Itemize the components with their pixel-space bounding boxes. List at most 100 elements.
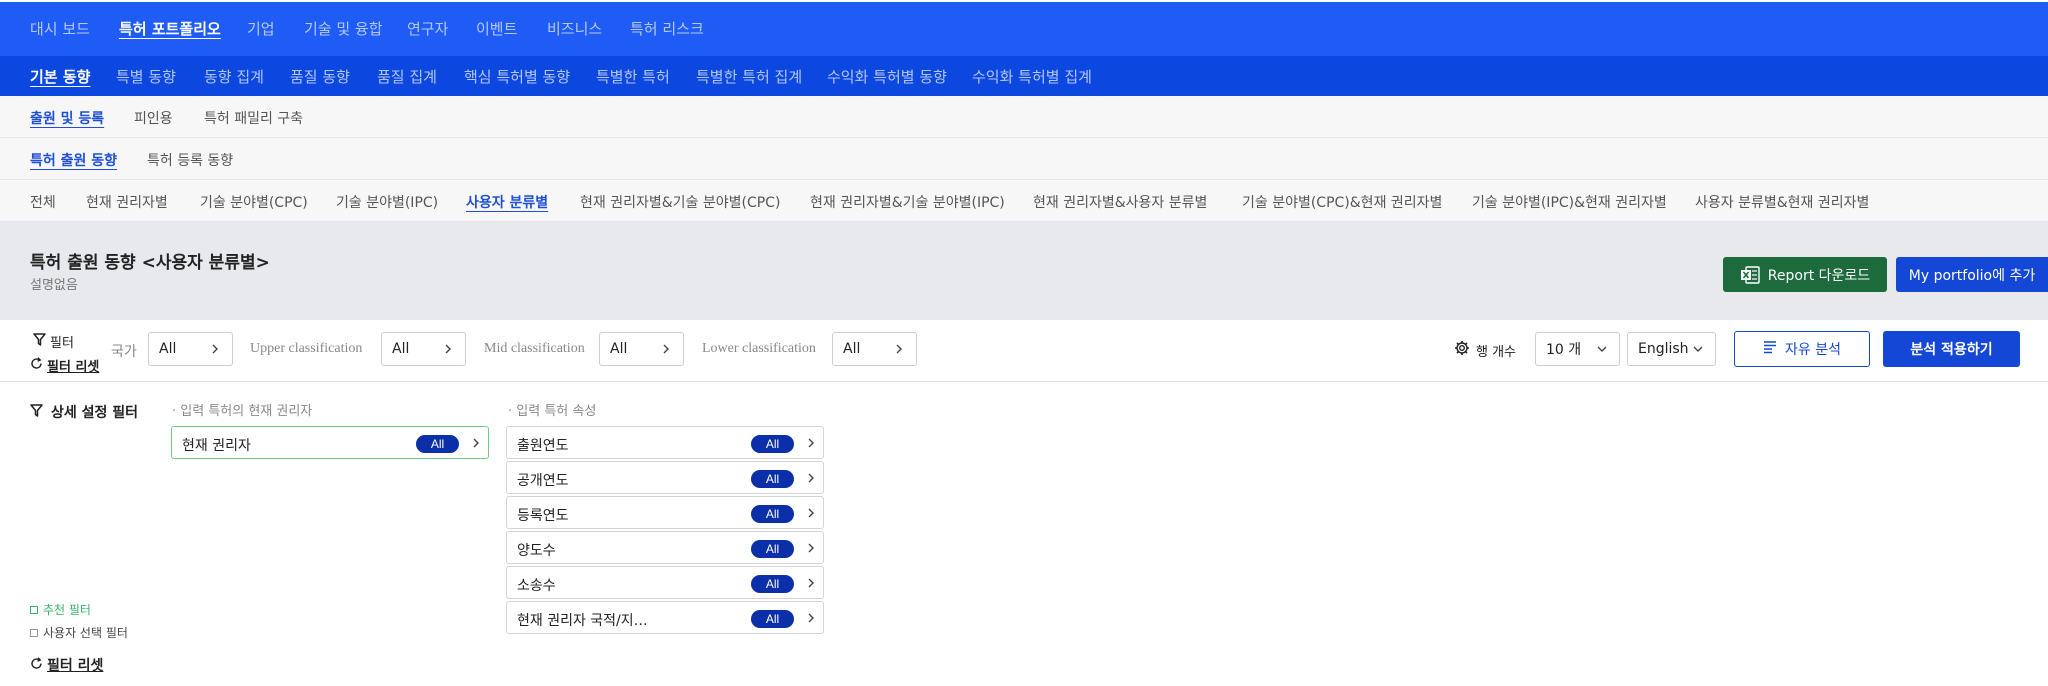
tab-patent-family[interactable]: 특허 패밀리 구축	[204, 108, 303, 128]
tab-by-user-class[interactable]: 사용자 분류별	[466, 192, 548, 212]
attr-filter-chip-filing-year[interactable]: 출원연도 All	[506, 426, 824, 459]
add-portfolio-button[interactable]: My portfolio에 추가	[1896, 257, 2048, 292]
page-description: 설명없음	[30, 278, 78, 293]
main-nav-tech-convergence[interactable]: 기술 및 융합	[304, 18, 383, 39]
detail-filter-title: 상세 설정 필터	[30, 402, 138, 422]
refresh-icon	[30, 656, 43, 674]
gear-icon	[1454, 340, 1470, 360]
owner-filter-chip[interactable]: 현재 권리자 All	[171, 426, 489, 459]
status-badge: All	[751, 470, 794, 488]
tab-registration-trend[interactable]: 특허 등록 동향	[147, 150, 233, 170]
attr-filter-chip-registration-year[interactable]: 등록연도 All	[506, 496, 824, 529]
attr-filter-chip-owner-nationality[interactable]: 현재 권리자 국적/지… All	[506, 601, 824, 634]
status-badge: All	[416, 435, 459, 453]
attr-filter-chip-publication-year[interactable]: 공개연도 All	[506, 461, 824, 494]
sub-nav-quality-trend[interactable]: 품질 동향	[290, 66, 350, 87]
tab-all[interactable]: 전체	[30, 192, 56, 212]
sub-nav-quality-summary[interactable]: 품질 집계	[377, 66, 437, 87]
tab-filing-registration[interactable]: 출원 및 등록	[30, 108, 104, 128]
chevron-right-icon	[808, 613, 814, 623]
country-select[interactable]: All	[148, 332, 233, 366]
chevron-down-icon	[1693, 346, 1703, 352]
main-nav-company[interactable]: 기업	[247, 18, 275, 39]
tab-owner-ipc[interactable]: 현재 권리자별&기술 분야별(IPC)	[810, 192, 1005, 212]
country-label: 국가	[111, 345, 137, 360]
upper-classification-select[interactable]: All	[381, 332, 466, 366]
list-icon	[1763, 340, 1777, 358]
sub-nav-monetization-trend[interactable]: 수익화 특허별 동향	[827, 66, 947, 87]
legend-swatch-recommended	[30, 605, 38, 614]
main-nav-dashboard[interactable]: 대시 보드	[30, 18, 90, 39]
report-download-label: Report 다운로드	[1767, 267, 1871, 284]
filter-reset-button[interactable]: 필터 리셋	[30, 356, 99, 375]
page-title: 특허 출원 동향 <사용자 분류별>	[30, 253, 270, 273]
main-nav-researcher[interactable]: 연구자	[407, 18, 448, 39]
chevron-right-icon	[473, 438, 479, 448]
language-select[interactable]: English	[1627, 332, 1716, 366]
chevron-down-icon	[1597, 346, 1607, 352]
level3-nav: 출원 및 등록 피인용 특허 패밀리 구축	[0, 96, 2048, 138]
sub-nav-trend-summary[interactable]: 동향 집계	[204, 66, 264, 87]
level4-nav: 특허 출원 동향 특허 등록 동향	[0, 138, 2048, 180]
main-nav: 대시 보드 특허 포트폴리오 기업 기술 및 융합 연구자 이벤트 비즈니스 특…	[0, 2, 2048, 56]
detail-filter-reset-button[interactable]: 필터 리셋	[30, 655, 103, 675]
tab-user-class-owner[interactable]: 사용자 분류별&현재 권리자별	[1695, 192, 1869, 212]
main-nav-patent-portfolio[interactable]: 특허 포트폴리오	[119, 18, 221, 39]
rows-count-label: 행 개수	[1454, 340, 1516, 360]
attr-group-caption: · 입력 특허 속성	[508, 404, 597, 419]
sub-nav-special-patent-summary[interactable]: 특별한 특허 집계	[696, 66, 802, 87]
chevron-right-icon	[445, 344, 451, 354]
status-badge: All	[751, 540, 794, 558]
main-nav-event[interactable]: 이벤트	[476, 18, 517, 39]
lower-classification-label: Lower classification	[702, 341, 816, 356]
level5-nav: 전체 현재 권리자별 기술 분야별(CPC) 기술 분야별(IPC) 사용자 분…	[0, 180, 2048, 222]
tab-filing-trend[interactable]: 특허 출원 동향	[30, 150, 117, 170]
tab-owner-cpc[interactable]: 현재 권리자별&기술 분야별(CPC)	[580, 192, 780, 212]
apply-analysis-button[interactable]: 분석 적용하기	[1883, 331, 2020, 367]
status-badge: All	[751, 435, 794, 453]
tab-cpc-owner[interactable]: 기술 분야별(CPC)&현재 권리자별	[1242, 192, 1442, 212]
chevron-right-icon	[663, 344, 669, 354]
sub-nav: 기본 동향 특별 동향 동향 집계 품질 동향 품질 집계 핵심 특허별 동향 …	[0, 56, 2048, 96]
mid-classification-label: Mid classification	[484, 341, 585, 356]
tab-by-owner[interactable]: 현재 권리자별	[86, 192, 168, 212]
chevron-right-icon	[808, 543, 814, 553]
chevron-right-icon	[808, 508, 814, 518]
upper-classification-label: Upper classification	[250, 341, 363, 356]
refresh-icon	[30, 357, 43, 374]
page-header: 특허 출원 동향 <사용자 분류별> 설명없음 Report 다운로드 My p…	[0, 222, 2048, 320]
status-badge: All	[751, 505, 794, 523]
excel-icon	[1740, 265, 1760, 284]
chevron-right-icon	[896, 344, 902, 354]
main-nav-business[interactable]: 비즈니스	[547, 18, 602, 39]
chevron-right-icon	[212, 344, 218, 354]
tab-by-ipc[interactable]: 기술 분야별(IPC)	[336, 192, 438, 212]
tab-citation[interactable]: 피인용	[134, 108, 173, 128]
legend-user-filter: 사용자 선택 필터	[30, 624, 128, 641]
attr-filter-chip-litigation-count[interactable]: 소송수 All	[506, 566, 824, 599]
mid-classification-select[interactable]: All	[599, 332, 684, 366]
free-analysis-button[interactable]: 자유 분석	[1734, 331, 1870, 367]
lower-classification-select[interactable]: All	[832, 332, 917, 366]
sub-nav-core-patent-trend[interactable]: 핵심 특허별 동향	[464, 66, 570, 87]
report-download-button[interactable]: Report 다운로드	[1723, 257, 1887, 292]
filter-bar: 필터 필터 리셋 국가 All Upper classification All…	[0, 322, 2048, 382]
filter-heading: 필터	[33, 332, 74, 351]
chevron-right-icon	[808, 578, 814, 588]
legend-swatch-user	[30, 628, 38, 637]
owner-group-caption: · 입력 특허의 현재 권리자	[172, 404, 313, 419]
chevron-right-icon	[808, 473, 814, 483]
attr-filter-chip-transfer-count[interactable]: 양도수 All	[506, 531, 824, 564]
sub-nav-special-trend[interactable]: 특별 동향	[116, 66, 176, 87]
tab-ipc-owner[interactable]: 기술 분야별(IPC)&현재 권리자별	[1472, 192, 1667, 212]
tab-owner-user-class[interactable]: 현재 권리자별&사용자 분류별	[1033, 192, 1207, 212]
status-badge: All	[751, 610, 794, 628]
status-badge: All	[751, 575, 794, 593]
sub-nav-monetization-summary[interactable]: 수익화 특허별 집계	[972, 66, 1092, 87]
main-nav-patent-risk[interactable]: 특허 리스크	[630, 18, 704, 39]
sub-nav-basic-trend[interactable]: 기본 동향	[30, 66, 90, 87]
tab-by-cpc[interactable]: 기술 분야별(CPC)	[200, 192, 308, 212]
rows-count-select[interactable]: 10 개	[1535, 332, 1620, 366]
legend-recommended-filter: 추천 필터	[30, 601, 91, 618]
sub-nav-special-patent[interactable]: 특별한 특허	[596, 66, 670, 87]
